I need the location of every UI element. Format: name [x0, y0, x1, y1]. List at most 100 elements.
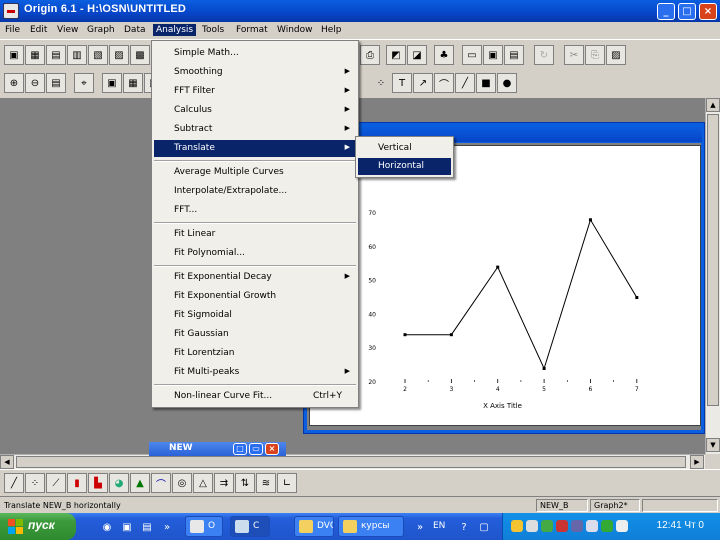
- line-symbol-plot-icon[interactable]: ⟋: [46, 473, 66, 493]
- scroll-right-arrow[interactable]: ▶: [690, 455, 704, 469]
- paste-icon[interactable]: ▨: [606, 45, 626, 65]
- scroll-down-arrow[interactable]: ▼: [706, 438, 720, 452]
- line-plot-icon[interactable]: ╱: [4, 473, 24, 493]
- layout-icon[interactable]: ◪: [407, 45, 427, 65]
- display-icon[interactable]: [586, 520, 598, 532]
- menu-subtract[interactable]: Subtract ▶: [154, 121, 356, 138]
- menu-fit-sigmoidal[interactable]: Fit Sigmoidal: [154, 307, 356, 324]
- volume-icon[interactable]: [616, 520, 628, 532]
- menu-data[interactable]: Data: [121, 24, 149, 36]
- code-builder-icon[interactable]: ▣: [483, 45, 503, 65]
- quicklaunch-more-icon[interactable]: »: [157, 517, 177, 537]
- menu-fft-filter[interactable]: FFT Filter ▶: [154, 83, 356, 100]
- menu-translate-vertical[interactable]: Vertical: [358, 140, 451, 157]
- data-point[interactable]: [588, 218, 592, 222]
- taskbar-task-c[interactable]: C: [230, 516, 270, 537]
- results-log-icon[interactable]: ▭: [462, 45, 482, 65]
- clock[interactable]: 12:41 Чт 0: [657, 520, 704, 531]
- maximize-button[interactable]: □: [678, 3, 696, 20]
- script-window-icon[interactable]: ▤: [504, 45, 524, 65]
- data-point[interactable]: [635, 296, 639, 300]
- taskbar-more-icon[interactable]: »: [410, 517, 430, 537]
- whole-page-icon[interactable]: ▤: [46, 73, 66, 93]
- taskbar-task-folder-1[interactable]: DVC: [294, 516, 334, 537]
- menu-fft[interactable]: FFT...: [154, 202, 356, 219]
- quicklaunch-desktop-icon[interactable]: ▤: [137, 517, 157, 537]
- new-function-icon[interactable]: ▧: [88, 45, 108, 65]
- curve-tool-icon[interactable]: ⌒: [434, 73, 454, 93]
- graph-page[interactable]: 20 30 40 50 60 70 2 3 4 5 6 7 X Axis Title: [309, 145, 701, 426]
- security-icon[interactable]: [541, 520, 553, 532]
- data-reader-icon[interactable]: ⁘: [371, 73, 391, 93]
- vertical-scroll-thumb[interactable]: [707, 114, 719, 406]
- menu-translate-horizontal[interactable]: Horizontal: [358, 158, 451, 175]
- shield-icon[interactable]: [511, 520, 523, 532]
- ternary-plot-icon[interactable]: △: [193, 473, 213, 493]
- rescale-icon[interactable]: ⌖: [74, 73, 94, 93]
- taskbar-task-origin[interactable]: O: [185, 516, 223, 537]
- new-worksheet-icon[interactable]: ▦: [25, 45, 45, 65]
- menu-fit-multipeaks[interactable]: Fit Multi-peaks ▶: [154, 364, 356, 381]
- close-window-button[interactable]: ×: [265, 443, 279, 455]
- menu-smoothing[interactable]: Smoothing ▶: [154, 64, 356, 81]
- network-icon[interactable]: [526, 520, 538, 532]
- text-tool-icon[interactable]: T: [392, 73, 412, 93]
- copy-icon[interactable]: ⎘: [585, 45, 605, 65]
- menu-format[interactable]: Format: [233, 24, 271, 36]
- update-icon[interactable]: [601, 520, 613, 532]
- scroll-left-arrow[interactable]: ◀: [0, 455, 14, 469]
- layer-icon[interactable]: ▣: [102, 73, 122, 93]
- fill-area-icon[interactable]: ⌒: [151, 473, 171, 493]
- menu-fit-gaussian[interactable]: Fit Gaussian: [154, 326, 356, 343]
- cut-icon[interactable]: ✂: [564, 45, 584, 65]
- help-tray-icon[interactable]: ?: [454, 517, 474, 537]
- new-graph-icon[interactable]: ▥: [67, 45, 87, 65]
- vertical-scrollbar[interactable]: ▲ ▼: [705, 98, 720, 454]
- data-point[interactable]: [403, 333, 407, 337]
- menu-interpolate[interactable]: Interpolate/Extrapolate...: [154, 183, 356, 200]
- menu-calculus[interactable]: Calculus ▶: [154, 102, 356, 119]
- start-button[interactable]: пуск: [0, 513, 76, 540]
- menu-fit-exp-decay[interactable]: Fit Exponential Decay ▶: [154, 269, 356, 286]
- quicklaunch-explorer-icon[interactable]: ▣: [117, 517, 137, 537]
- new-layout-icon[interactable]: ▩: [130, 45, 150, 65]
- menu-graph[interactable]: Graph: [84, 24, 118, 36]
- maximize-window-button[interactable]: ▭: [249, 443, 263, 455]
- origin-app-icon[interactable]: [3, 3, 19, 19]
- menu-analysis[interactable]: Analysis: [153, 24, 197, 36]
- data-point[interactable]: [542, 366, 546, 370]
- refresh-icon[interactable]: ↻: [534, 45, 554, 65]
- circle-tool-icon[interactable]: ●: [497, 73, 517, 93]
- area-chart-icon[interactable]: ▲: [130, 473, 150, 493]
- menu-fit-exp-growth[interactable]: Fit Exponential Growth: [154, 288, 356, 305]
- double-y-icon[interactable]: ⇅: [235, 473, 255, 493]
- scatter-plot-icon[interactable]: ⁘: [25, 473, 45, 493]
- language-bar-icon[interactable]: ▢: [474, 517, 494, 537]
- column-chart-icon[interactable]: ▙: [88, 473, 108, 493]
- flag-tray-icon[interactable]: [571, 520, 583, 532]
- horizontal-scrollbar[interactable]: ◀ ▶: [0, 454, 705, 469]
- template-icon[interactable]: ∟: [277, 473, 297, 493]
- polar-plot-icon[interactable]: ◎: [172, 473, 192, 493]
- export-icon[interactable]: ◩: [386, 45, 406, 65]
- menu-help[interactable]: Help: [318, 24, 345, 36]
- zoom-out-icon[interactable]: ⊖: [25, 73, 45, 93]
- new-excel-icon[interactable]: ▤: [46, 45, 66, 65]
- taskbar-task-folder-2[interactable]: курсы: [338, 516, 404, 537]
- language-indicator[interactable]: EN: [433, 521, 445, 531]
- line-tool-icon[interactable]: ╱: [455, 73, 475, 93]
- restore-window-button[interactable]: □: [233, 443, 247, 455]
- menu-nonlinear-fit[interactable]: Non-linear Curve Fit... Ctrl+Y: [154, 388, 356, 405]
- scroll-up-arrow[interactable]: ▲: [706, 98, 720, 112]
- minimize-button[interactable]: _: [657, 3, 675, 20]
- menu-edit[interactable]: Edit: [27, 24, 50, 36]
- pie-chart-icon[interactable]: ◕: [109, 473, 129, 493]
- x-axis-title[interactable]: X Axis Title: [483, 402, 522, 410]
- new-project-icon[interactable]: ▣: [4, 45, 24, 65]
- merge-icon[interactable]: ▦: [123, 73, 143, 93]
- vector-plot-icon[interactable]: ⇉: [214, 473, 234, 493]
- menu-file[interactable]: File: [2, 24, 23, 36]
- menu-fit-lorentzian[interactable]: Fit Lorentzian: [154, 345, 356, 362]
- menu-average-curves[interactable]: Average Multiple Curves: [154, 164, 356, 181]
- minimized-worksheet-window[interactable]: NEW □ ▭ ×: [149, 442, 286, 456]
